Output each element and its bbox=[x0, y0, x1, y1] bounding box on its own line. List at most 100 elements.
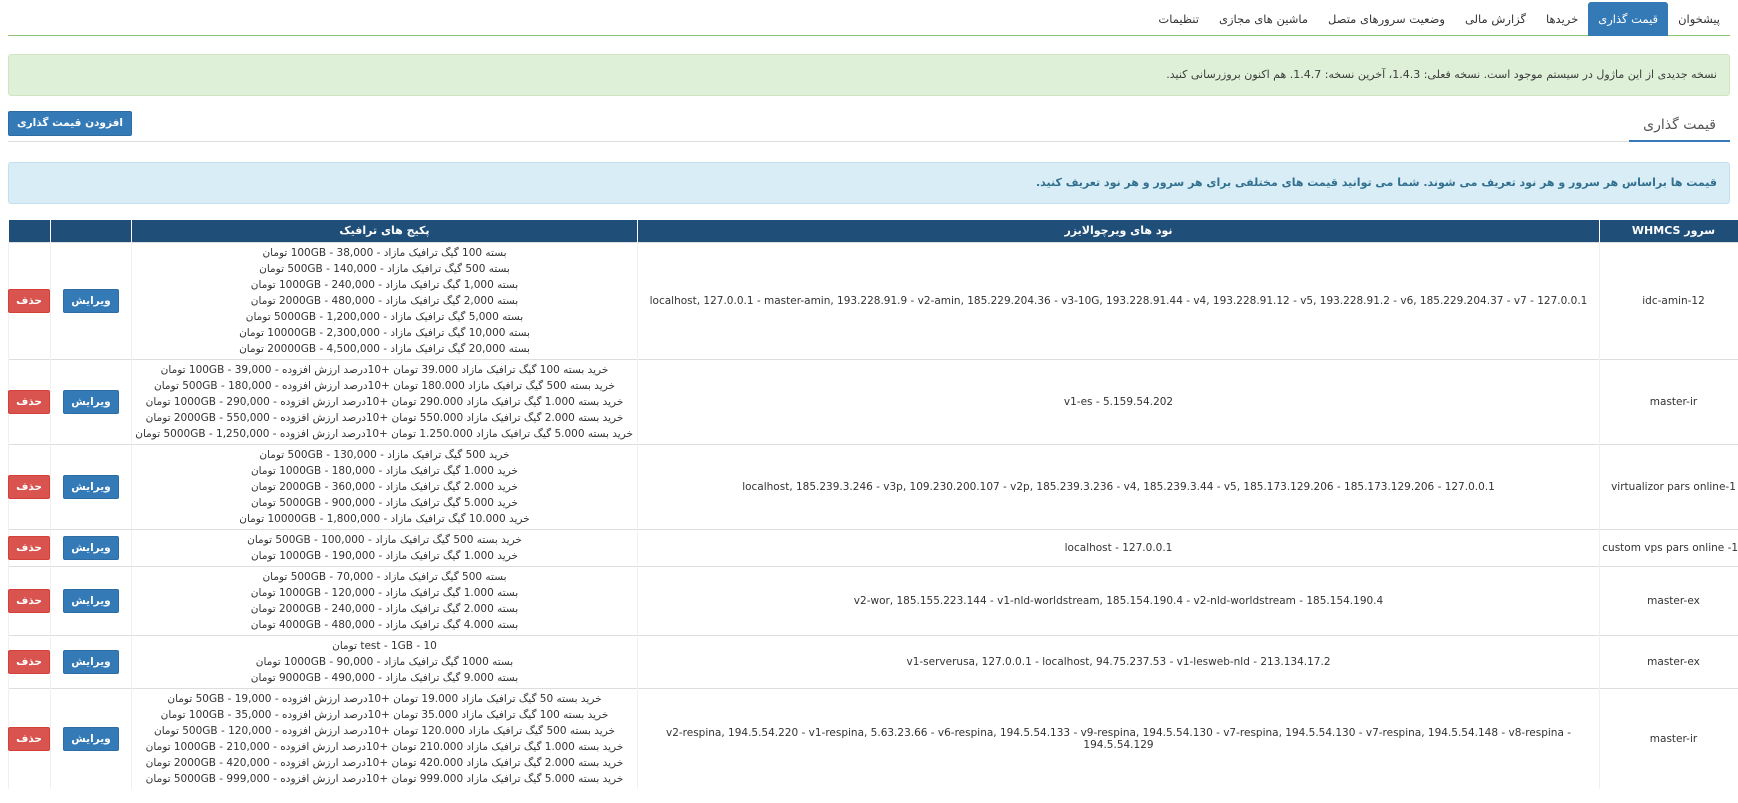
update-alert: نسخه جدیدی از این ماژول در سیستم موجود ا… bbox=[8, 54, 1730, 96]
tab-connected-servers-status[interactable]: وضعیت سرورهای متصل bbox=[1318, 2, 1455, 36]
row-delete-cell: حذف bbox=[8, 358, 51, 444]
section-title-pricing[interactable]: قیمت گذاری bbox=[1629, 110, 1730, 142]
row-nodes: v2-respina, 194.5.54.220 - v1-respina, 5… bbox=[637, 687, 1600, 789]
row-nodes: localhost, 127.0.0.1 - master-amin, 193.… bbox=[637, 241, 1600, 359]
package-line: خرید بسته 1.000 گیگ ترافیک مازاد 290.000… bbox=[145, 395, 624, 408]
edit-button[interactable]: ویرایش bbox=[63, 474, 119, 499]
tab-settings[interactable]: تنظیمات bbox=[1148, 2, 1209, 36]
row-packages: بسته 100 گیگ ترافیک مازاد - 38,000 - 100… bbox=[131, 241, 638, 359]
delete-button[interactable]: حذف bbox=[8, 389, 50, 414]
row-server: master-ex bbox=[1599, 634, 1738, 688]
row-nodes: v2-wor, 185.155.223.144 - v1-nld-worldst… bbox=[637, 565, 1600, 635]
row-edit-cell: ویرایش bbox=[50, 241, 132, 359]
tab-dashboard[interactable]: پیشخوان bbox=[1668, 2, 1730, 36]
delete-button[interactable]: حذف bbox=[8, 649, 50, 674]
package-line: خرید بسته 500 گیگ ترافیک مازاد 180.000 ت… bbox=[154, 379, 615, 392]
edit-button[interactable]: ویرایش bbox=[63, 535, 119, 560]
table-row: 6virtualizor pars online-1localhost, 185… bbox=[8, 443, 1738, 529]
add-pricing-button[interactable]: افزودن قیمت گذاری bbox=[8, 111, 132, 136]
edit-button[interactable]: ویرایش bbox=[63, 588, 119, 613]
row-server: custom vps pars online -11 bbox=[1599, 528, 1738, 566]
package-line: خرید بسته 50 گیگ ترافیک مازاد 19.000 توم… bbox=[167, 692, 602, 705]
edit-button[interactable]: ویرایش bbox=[63, 389, 119, 414]
table-row: 8master-exv2-wor, 185.155.223.144 - v1-n… bbox=[8, 565, 1738, 635]
row-server: master-ir bbox=[1599, 358, 1738, 444]
row-delete-cell: حذف bbox=[8, 443, 51, 529]
row-edit-cell: ویرایش bbox=[50, 565, 132, 635]
row-packages: خرید 500 گیگ ترافیک مازاد - 130,000 - 50… bbox=[131, 443, 638, 529]
row-nodes: v1-es - 5.159.54.202 bbox=[637, 358, 1600, 444]
row-edit-cell: ویرایش bbox=[50, 634, 132, 688]
row-server: master-ir bbox=[1599, 687, 1738, 789]
package-line: بسته 500 گیگ ترافیک مازاد - 140,000 - 50… bbox=[259, 262, 510, 275]
package-line: خرید بسته 500 گیگ ترافیک مازاد - 100,000… bbox=[247, 533, 522, 546]
pricing-table: # سرور WHMCS نود های ویرچوالایزر پکیج ها… bbox=[8, 220, 1738, 789]
tab-pricing[interactable]: قیمت گذاری bbox=[1588, 2, 1669, 36]
table-row: 2master-irv1-es - 5.159.54.202خرید بسته … bbox=[8, 358, 1738, 444]
package-line: خرید 5.000 گیگ ترافیک مازاد - 900,000 - … bbox=[250, 496, 519, 509]
row-delete-cell: حذف bbox=[8, 565, 51, 635]
package-line: خرید بسته 500 گیگ ترافیک مازاد 120.000 ت… bbox=[154, 724, 615, 737]
row-nodes: localhost, 185.239.3.246 - v3p, 109.230.… bbox=[637, 443, 1600, 529]
package-line: بسته 2.000 گیگ ترافیک مازاد - 240,000 - … bbox=[250, 602, 519, 615]
package-line: خرید بسته 100 گیگ ترافیک مازاد 35.000 تو… bbox=[160, 708, 609, 721]
row-edit-cell: ویرایش bbox=[50, 443, 132, 529]
row-delete-cell: حذف bbox=[8, 687, 51, 789]
delete-button[interactable]: حذف bbox=[8, 588, 50, 613]
package-line: خرید 10.000 گیگ ترافیک مازاد - 1,800,000… bbox=[239, 512, 530, 525]
package-line: خرید بسته 1.000 گیگ ترافیک مازاد 210.000… bbox=[145, 740, 624, 753]
table-row: 1idc-amin-12localhost, 127.0.0.1 - maste… bbox=[8, 241, 1738, 359]
row-server: virtualizor pars online-1 bbox=[1599, 443, 1738, 529]
package-line: خرید 500 گیگ ترافیک مازاد - 130,000 - 50… bbox=[259, 448, 510, 461]
header-nodes: نود های ویرچوالایزر bbox=[637, 220, 1600, 242]
package-line: بسته 4.000 گیگ ترافیک مازاد - 480,000 - … bbox=[250, 618, 519, 631]
edit-button[interactable]: ویرایش bbox=[63, 649, 119, 674]
info-alert: قیمت ها براساس هر سرور و هر نود تعریف می… bbox=[8, 162, 1730, 204]
package-line: بسته 100 گیگ ترافیک مازاد - 38,000 - 100… bbox=[262, 246, 507, 259]
package-line: بسته 2,000 گیگ ترافیک مازاد - 480,000 - … bbox=[250, 294, 519, 307]
package-line: بسته 9.000 گیگ ترافیک مازاد - 490,000 - … bbox=[250, 671, 519, 684]
row-edit-cell: ویرایش bbox=[50, 358, 132, 444]
nav-tabs: پیشخوان قیمت گذاری خریدها گزارش مالی وضع… bbox=[8, 2, 1730, 36]
edit-button[interactable]: ویرایش bbox=[63, 288, 119, 313]
package-line: خرید 1.000 گیگ ترافیک مازاد - 190,000 - … bbox=[250, 549, 519, 562]
header-packages: پکیج های ترافیک bbox=[131, 220, 638, 242]
delete-button[interactable]: حذف bbox=[8, 288, 50, 313]
row-edit-cell: ویرایش bbox=[50, 687, 132, 789]
table-header-row: # سرور WHMCS نود های ویرچوالایزر پکیج ها… bbox=[8, 220, 1738, 242]
table-row: 7custom vps pars online -11localhost - 1… bbox=[8, 528, 1738, 566]
row-packages: خرید بسته 100 گیگ ترافیک مازاد 39.000 تو… bbox=[131, 358, 638, 444]
row-edit-cell: ویرایش bbox=[50, 528, 132, 566]
row-nodes: v1-serverusa, 127.0.0.1 - localhost, 94.… bbox=[637, 634, 1600, 688]
package-line: بسته 1,000 گیگ ترافیک مازاد - 240,000 - … bbox=[250, 278, 519, 291]
row-server: master-ex bbox=[1599, 565, 1738, 635]
row-delete-cell: حذف bbox=[8, 241, 51, 359]
delete-button[interactable]: حذف bbox=[8, 726, 50, 751]
package-line: test - 1GB - 10 تومان bbox=[332, 639, 437, 652]
header-server: سرور WHMCS bbox=[1599, 220, 1738, 242]
row-packages: خرید بسته 500 گیگ ترافیک مازاد - 100,000… bbox=[131, 528, 638, 566]
tab-virtual-machines[interactable]: ماشین های مجازی bbox=[1209, 2, 1318, 36]
delete-button[interactable]: حذف bbox=[8, 474, 50, 499]
row-packages: خرید بسته 50 گیگ ترافیک مازاد 19.000 توم… bbox=[131, 687, 638, 789]
package-line: خرید 2.000 گیگ ترافیک مازاد - 360,000 - … bbox=[250, 480, 519, 493]
row-delete-cell: حذف bbox=[8, 634, 51, 688]
header-delete bbox=[8, 220, 51, 242]
package-line: خرید بسته 5.000 گیگ ترافیک مازاد 1.250.0… bbox=[135, 427, 633, 440]
table-row: 10master-irv2-respina, 194.5.54.220 - v1… bbox=[8, 687, 1738, 789]
edit-button[interactable]: ویرایش bbox=[63, 726, 119, 751]
package-line: بسته 500 گیگ ترافیک مازاد - 70,000 - 500… bbox=[262, 570, 507, 583]
row-server: idc-amin-12 bbox=[1599, 241, 1738, 359]
package-line: بسته 1000 گیگ ترافیک مازاد - 90,000 - 10… bbox=[255, 655, 514, 668]
delete-button[interactable]: حذف bbox=[8, 535, 50, 560]
package-line: بسته 20,000 گیگ ترافیک مازاد - 4,500,000… bbox=[239, 342, 530, 355]
package-line: خرید بسته 5.000 گیگ ترافیک مازاد 999.000… bbox=[145, 772, 624, 785]
row-nodes: localhost - 127.0.0.1 bbox=[637, 528, 1600, 566]
section-header: قیمت گذاری bbox=[8, 110, 1730, 142]
tab-purchases[interactable]: خریدها bbox=[1536, 2, 1588, 36]
table-row: 9master-exv1-serverusa, 127.0.0.1 - loca… bbox=[8, 634, 1738, 688]
row-delete-cell: حذف bbox=[8, 528, 51, 566]
package-line: بسته 10,000 گیگ ترافیک مازاد - 2,300,000… bbox=[239, 326, 530, 339]
tab-financial-report[interactable]: گزارش مالی bbox=[1455, 2, 1536, 36]
row-packages: test - 1GB - 10 تومان بسته 1000 گیگ ترافی… bbox=[131, 634, 638, 688]
